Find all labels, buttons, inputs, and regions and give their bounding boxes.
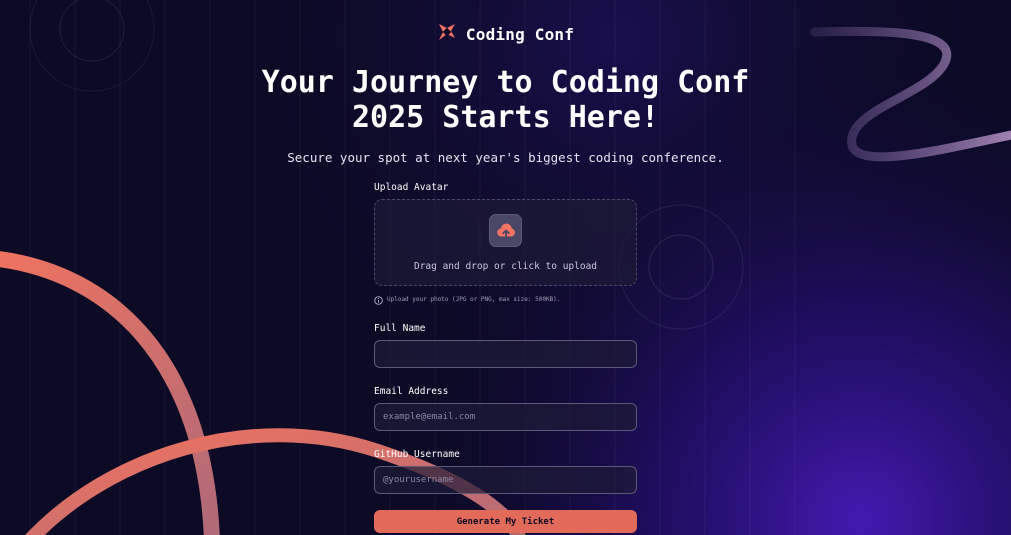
info-icon (374, 290, 383, 309)
github-field: GitHub Username (374, 449, 637, 494)
email-field: Email Address (374, 386, 637, 431)
brand-name: Coding Conf (465, 24, 575, 44)
github-label: GitHub Username (374, 449, 460, 460)
full-name-label: Full Name (374, 323, 426, 334)
coding-conf-logo-icon (437, 22, 457, 46)
upload-hint-text: Upload your photo (JPG or PNG, max size:… (387, 295, 561, 303)
dropzone-instruction: Drag and drop or click to upload (413, 261, 598, 272)
cloud-upload-icon (489, 214, 522, 247)
page-subtitle: Secure your spot at next year's biggest … (287, 150, 724, 165)
upload-hint: Upload your photo (JPG or PNG, max size:… (374, 293, 637, 305)
upload-avatar-label: Upload Avatar (374, 182, 449, 193)
ticket-form: Upload Avatar Drag and drop or click to … (374, 182, 637, 533)
page-title-line-1: Your Journey to Coding Conf (261, 65, 750, 100)
email-input[interactable] (374, 403, 637, 431)
brand-logo[interactable]: Coding Conf (0, 22, 1011, 46)
full-name-input[interactable] (374, 340, 637, 368)
generate-ticket-button[interactable]: Generate My Ticket (374, 510, 637, 533)
full-name-field: Full Name (374, 323, 637, 368)
page-title-line-2: 2025 Starts Here! (351, 100, 660, 135)
page-title: Your Journey to Coding Conf 2025 Starts … (0, 65, 1011, 135)
email-label: Email Address (374, 386, 449, 397)
avatar-dropzone[interactable]: Drag and drop or click to upload (374, 199, 637, 286)
github-username-input[interactable] (374, 466, 637, 494)
